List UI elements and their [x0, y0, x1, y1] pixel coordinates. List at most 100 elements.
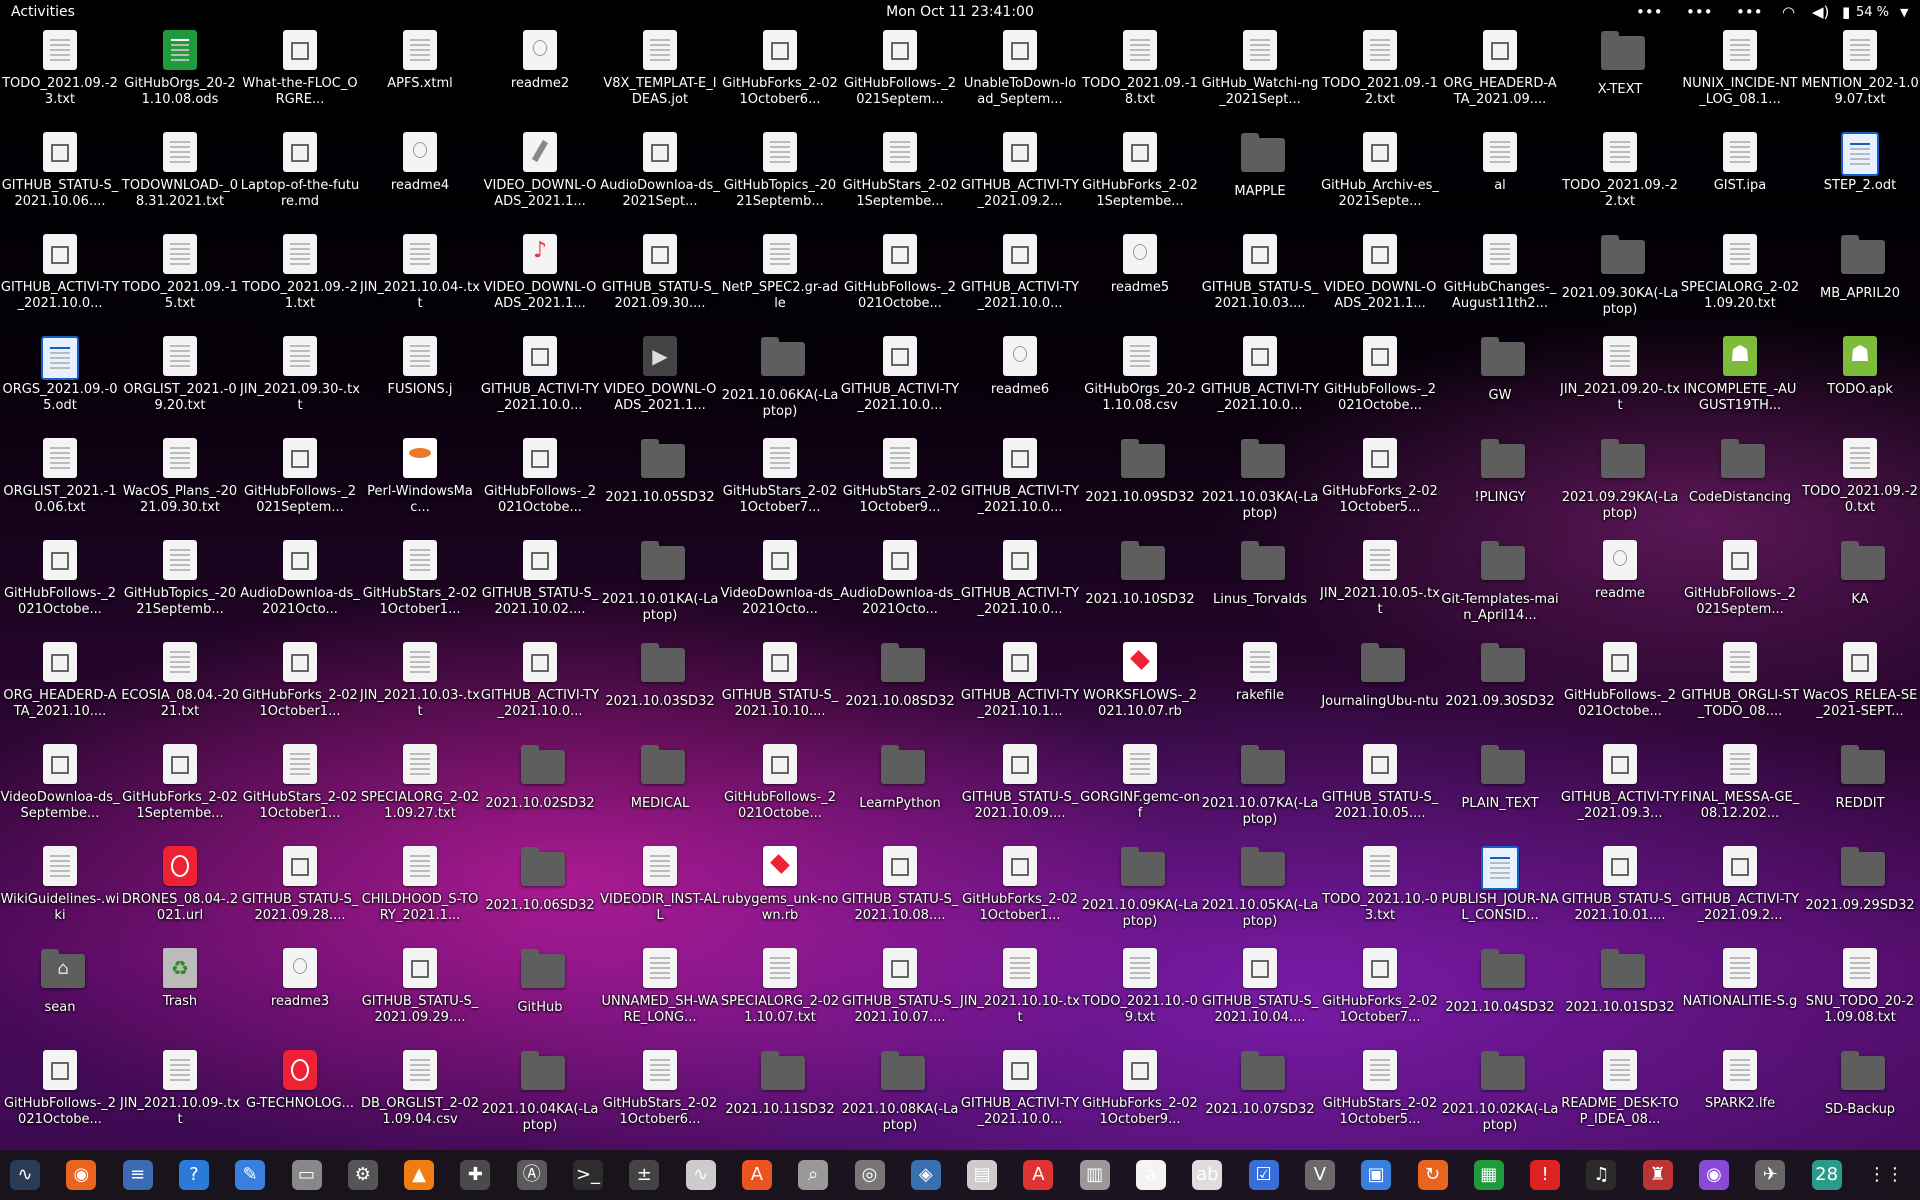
clock[interactable]: Mon Oct 11 23:41:00	[0, 4, 1920, 20]
desktop-icon[interactable]: GITHUB_ACTIVI-TY_2021.09.2...	[1680, 846, 1800, 924]
desktop-icon[interactable]: VIDEO_DOWNL-OADS_2021.1...	[480, 132, 600, 210]
desktop-icon[interactable]: PLAIN_TEXT	[1440, 744, 1560, 812]
desktop-icon[interactable]: GORGINF.gemc-onf	[1080, 744, 1200, 822]
desktop-icon[interactable]: WacOS_Plans_-2021.09.30.txt	[120, 438, 240, 516]
desktop-icon[interactable]: LearnPython	[840, 744, 960, 812]
search-icon[interactable]: ⌕	[798, 1160, 829, 1190]
desktop-icon[interactable]: GITHUB_ACTIVI-TY_2021.10.0...	[0, 234, 120, 312]
desktop-icon[interactable]: GITHUB_ACTIVI-TY_2021.10.0...	[960, 234, 1080, 312]
archive-icon[interactable]: ▥	[1079, 1160, 1110, 1190]
desktop-icon[interactable]: rubygems_unk-nown.rb	[720, 846, 840, 924]
desktop-icon[interactable]: 2021.10.03SD32	[600, 642, 720, 710]
reader-icon[interactable]: ▤	[967, 1160, 998, 1190]
desktop-icon[interactable]: TODO_2021.09.-22.txt	[1560, 132, 1680, 210]
extensions-icon[interactable]: ✚	[460, 1160, 491, 1190]
desktop-icon[interactable]: APFS.xtml	[360, 30, 480, 92]
desktop-icon[interactable]: TODOWNLOAD-_08.31.2021.txt	[120, 132, 240, 210]
firefox-icon[interactable]: ◉	[66, 1160, 97, 1190]
desktop-icon[interactable]: GITHUB_STATU-S_2021.09.30....	[600, 234, 720, 312]
desktop-icon[interactable]: !PLINGY	[1440, 438, 1560, 506]
desktop-icon[interactable]: X-TEXT	[1560, 30, 1680, 98]
dictionary-icon[interactable]: ab	[1192, 1160, 1223, 1190]
desktop-icon[interactable]: GITHUB_ACTIVI-TY_2021.10.0...	[480, 336, 600, 414]
desktop-icon[interactable]: 2021.10.07KA(-Laptop)	[1200, 744, 1320, 828]
desktop-icon[interactable]: UNNAMED_SH-WARE_LONG...	[600, 948, 720, 1026]
settings-icon[interactable]: ⚙	[347, 1160, 378, 1190]
desktop-icon[interactable]: JIN_2021.10.09-.txt	[120, 1050, 240, 1128]
more-icon[interactable]: •••	[1686, 3, 1713, 21]
wifi-icon[interactable]: ◠	[1782, 3, 1795, 21]
desktop-icon[interactable]: GITHUB_STATU-S_2021.10.08....	[840, 846, 960, 924]
desktop-icon[interactable]: JIN_2021.10.04-.txt	[360, 234, 480, 312]
desktop-icon[interactable]: ORGS_2021.09.-05.odt	[0, 336, 120, 414]
desktop-icon[interactable]: TODO_2021.10.-09.txt	[1080, 948, 1200, 1026]
desktop-icon[interactable]: 2021.10.01KA(-Laptop)	[600, 540, 720, 624]
desktop-icon[interactable]: GITHUB_STATU-S_2021.10.02....	[480, 540, 600, 618]
desktop-icon[interactable]: GitHubStars_2-021October1...	[240, 744, 360, 822]
desktop-icon[interactable]: Perl-WindowsMac...	[360, 438, 480, 516]
desktop-icon[interactable]: PUBLISH_JOUR-NAL_CONSID...	[1440, 846, 1560, 924]
desktop-icon[interactable]: 2021.09.29SD32	[1800, 846, 1920, 914]
desktop-icon[interactable]: GitHubFollows-_2021Octobe...	[840, 234, 960, 312]
desktop-icon[interactable]: TODO_2021.09.-12.txt	[1320, 30, 1440, 108]
desktop-icon[interactable]: SPECIALORG_2-021.09.20.txt	[1680, 234, 1800, 312]
chevron-down-icon[interactable]: ▼	[1900, 6, 1908, 19]
desktop-icon[interactable]: AudioDownloa-ds_2021Sept...	[600, 132, 720, 210]
desktop-icon[interactable]: JIN_2021.10.05-.txt	[1320, 540, 1440, 618]
desktop-icon[interactable]: 2021.10.05SD32	[600, 438, 720, 506]
desktop-icon[interactable]: GITHUB_ACTIVI-TY_2021.09.2...	[960, 132, 1080, 210]
desktop-icon[interactable]: GitHubFollows-_2021Octobe...	[0, 1050, 120, 1128]
desktop-icon[interactable]: MAPPLE	[1200, 132, 1320, 200]
desktop-icon[interactable]: 2021.10.08SD32	[840, 642, 960, 710]
desktop-icon[interactable]: CHILDHOOD_S-TORY_2021.1...	[360, 846, 480, 924]
desktop-icon[interactable]: GitHubFollows-_2021Septem...	[840, 30, 960, 108]
desktop-icon[interactable]: V8X_TEMPLAT-E_IDEAS.jot	[600, 30, 720, 108]
desktop-icon[interactable]: GITHUB_STATU-S_2021.10.07....	[840, 948, 960, 1026]
tweaks-icon[interactable]: ✈	[1755, 1160, 1786, 1190]
terminal-icon[interactable]: >_	[573, 1160, 603, 1190]
desktop-icon[interactable]: GitHubStars_2-021Septembe...	[840, 132, 960, 210]
desktop-icon[interactable]: GITHUB_STATU-S_2021.09.28....	[240, 846, 360, 924]
desktop-icon[interactable]: GITHUB_ORGLI-ST_TODO_08....	[1680, 642, 1800, 720]
desktop-icon[interactable]: 2021.10.11SD32	[720, 1050, 840, 1118]
desktop-icon[interactable]: readme3	[240, 948, 360, 1010]
desktop-icon[interactable]: rakefile	[1200, 642, 1320, 704]
desktop-icon[interactable]: WacOS_RELEA-SE_2021-SEPT...	[1800, 642, 1920, 720]
desktop-icon[interactable]: GitHubFollows-_2021Septem...	[240, 438, 360, 516]
desktop-icon[interactable]: sean	[0, 948, 120, 1016]
desktop-icon[interactable]: SD-Backup	[1800, 1050, 1920, 1118]
desktop-icon[interactable]: GITHUB_ACTIVI-TY_2021.10.0...	[960, 540, 1080, 618]
desktop-icon[interactable]: TODO_2021.09.-21.txt	[240, 234, 360, 312]
desktop-icon[interactable]: readme2	[480, 30, 600, 92]
system-monitor-icon[interactable]: ∿	[10, 1160, 40, 1190]
desktop-icon[interactable]: GitHubOrgs_20-21.10.08.csv	[1080, 336, 1200, 414]
desktop-icon[interactable]: DB_ORGLIST_2-021.09.04.csv	[360, 1050, 480, 1128]
desktop-icon[interactable]: SPARK2.lfe	[1680, 1050, 1800, 1112]
desktop-icon[interactable]: GitHubFollows-_2021Octobe...	[0, 540, 120, 618]
image-viewer-icon[interactable]: ◈	[910, 1160, 941, 1190]
desktop-icon[interactable]: GitHubForks_2-021Septembe...	[120, 744, 240, 822]
desktop-icon[interactable]: 2021.10.02SD32	[480, 744, 600, 812]
desktop-icon[interactable]: TODO_2021.09.-20.txt	[1800, 438, 1920, 516]
desktop-icon[interactable]: GitHubFollows-_2021Octobe...	[1560, 642, 1680, 720]
more-icon[interactable]: •••	[1736, 3, 1763, 21]
desktop-icon[interactable]: GitHubForks_2-021October6...	[720, 30, 840, 108]
desktop-icon[interactable]: WORKSFLOWS-_2021.10.07.rb	[1080, 642, 1200, 720]
desktop-icon[interactable]: GitHubFollows-_2021Octobe...	[720, 744, 840, 822]
desktop-icon[interactable]: TODO_2021.09.-15.txt	[120, 234, 240, 312]
desktop-icon[interactable]: VideoDownloa-ds_Septembe...	[0, 744, 120, 822]
desktop-icon[interactable]: GitHubStars_2-021October9...	[840, 438, 960, 516]
activity-monitor-icon[interactable]: ∿	[685, 1160, 716, 1190]
desktop-icon[interactable]: MEDICAL	[600, 744, 720, 812]
desktop-icon[interactable]: GITHUB_ACTIVI-TY_2021.10.0...	[960, 438, 1080, 516]
app-store-icon[interactable]: A	[741, 1160, 772, 1190]
desktop-icon[interactable]: NetP_SPEC2.gr-adle	[720, 234, 840, 312]
desktop-icon[interactable]: readme4	[360, 132, 480, 194]
desktop-icon[interactable]: JournalingUbu-ntu	[1320, 642, 1440, 710]
desktop-icon[interactable]: GITHUB_STATU-S_2021.09.29....	[360, 948, 480, 1026]
vlc-icon[interactable]: ▲	[404, 1160, 435, 1190]
desktop-icon[interactable]: ORGLIST_2021.-10.06.txt	[0, 438, 120, 516]
calculator-icon[interactable]: ±	[629, 1160, 660, 1190]
desktop-icon[interactable]: JIN_2021.09.30-.txt	[240, 336, 360, 414]
desktop-icon[interactable]: SPECIALORG_2-021.10.07.txt	[720, 948, 840, 1026]
